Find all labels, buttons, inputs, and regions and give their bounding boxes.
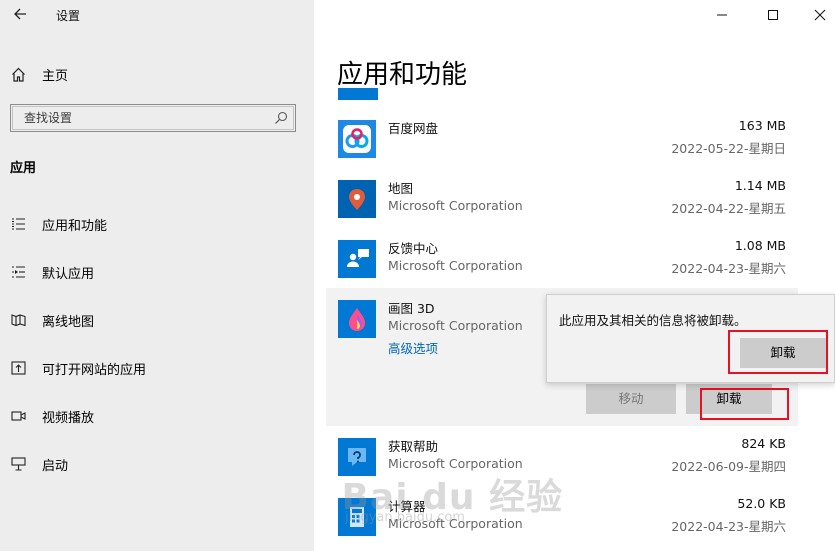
app-name: 地图 — [388, 181, 414, 196]
app-date: 2022-04-23-星期六 — [671, 261, 786, 276]
sidebar-item-label: 应用和功能 — [42, 218, 108, 234]
app-size: 1.14 MB — [734, 178, 786, 193]
app-name: 获取帮助 — [388, 439, 439, 454]
app-list-item[interactable]: 百度网盘 163 MB 2022-05-22-星期日 — [326, 108, 798, 168]
sidebar: 设置 主页 应用 应用和功能 默认应用 离线地图 可 — [0, 0, 314, 551]
sidebar-item-video-playback[interactable]: 视频播放 — [10, 405, 94, 427]
app-publisher: Microsoft Corporation — [388, 318, 523, 333]
partial-app-tile — [338, 88, 378, 100]
sidebar-item-apps-for-websites[interactable]: 可打开网站的应用 — [10, 357, 146, 379]
sidebar-item-startup[interactable]: 启动 — [10, 453, 68, 475]
window-title: 设置 — [56, 9, 81, 23]
sidebar-item-label: 可打开网站的应用 — [42, 362, 147, 378]
close-icon[interactable] — [808, 4, 832, 28]
offline-maps-icon — [10, 313, 26, 327]
app-size: 824 KB — [741, 436, 786, 451]
maps-icon — [338, 180, 376, 218]
highlight-box-confirm — [728, 330, 828, 374]
minimize-icon[interactable] — [710, 4, 734, 28]
default-apps-icon — [10, 265, 26, 279]
video-playback-icon — [10, 409, 26, 423]
app-date: 2022-05-22-星期日 — [671, 141, 786, 156]
home-icon — [10, 67, 26, 82]
app-date: 2022-06-09-星期四 — [671, 459, 786, 474]
sidebar-item-apps-features[interactable]: 应用和功能 — [10, 213, 107, 235]
app-size: 163 MB — [738, 118, 786, 133]
app-list-item[interactable]: 反馈中心 Microsoft Corporation 1.08 MB 2022-… — [326, 228, 798, 288]
sidebar-item-label: 启动 — [42, 458, 69, 474]
app-publisher: Microsoft Corporation — [388, 258, 523, 273]
baidu-netdisk-icon — [338, 120, 376, 158]
watermark-url: jingyan.baidu.com — [345, 510, 465, 525]
back-arrow-icon[interactable] — [9, 5, 31, 27]
app-size: 1.08 MB — [734, 238, 786, 253]
app-name: 百度网盘 — [388, 121, 439, 136]
apps-for-websites-icon — [10, 361, 26, 375]
app-name: 反馈中心 — [388, 241, 439, 256]
maximize-icon[interactable] — [761, 4, 785, 28]
search-input[interactable] — [22, 110, 256, 126]
home-label: 主页 — [42, 68, 69, 84]
app-date: 2022-04-22-星期五 — [671, 201, 786, 216]
feedback-hub-icon — [338, 240, 376, 278]
move-button[interactable]: 移动 — [586, 384, 676, 414]
highlight-box-uninstall — [700, 388, 789, 420]
sidebar-item-offline-maps[interactable]: 离线地图 — [10, 309, 94, 331]
sidebar-section-title: 应用 — [10, 161, 37, 176]
advanced-options-link[interactable]: 高级选项 — [388, 338, 438, 357]
search-box[interactable] — [10, 104, 296, 132]
paint-3d-icon — [338, 300, 376, 338]
app-publisher: Microsoft Corporation — [388, 198, 523, 213]
search-icon[interactable] — [274, 110, 288, 124]
uninstall-confirm-message: 此应用及其相关的信息将被卸载。 — [559, 313, 747, 328]
sidebar-item-label: 离线地图 — [42, 314, 95, 330]
sidebar-home[interactable]: 主页 — [10, 63, 68, 85]
apps-features-icon — [10, 217, 26, 231]
app-list-item[interactable]: 地图 Microsoft Corporation 1.14 MB 2022-04… — [326, 168, 798, 228]
sidebar-item-default-apps[interactable]: 默认应用 — [10, 261, 94, 283]
page-title: 应用和功能 — [337, 60, 468, 90]
app-size: 52.0 KB — [737, 496, 786, 511]
startup-icon — [10, 457, 26, 471]
sidebar-item-label: 默认应用 — [42, 266, 95, 282]
sidebar-item-label: 视频播放 — [42, 410, 95, 426]
app-date: 2022-04-23-星期六 — [671, 519, 786, 534]
app-name: 画图 3D — [388, 301, 435, 316]
